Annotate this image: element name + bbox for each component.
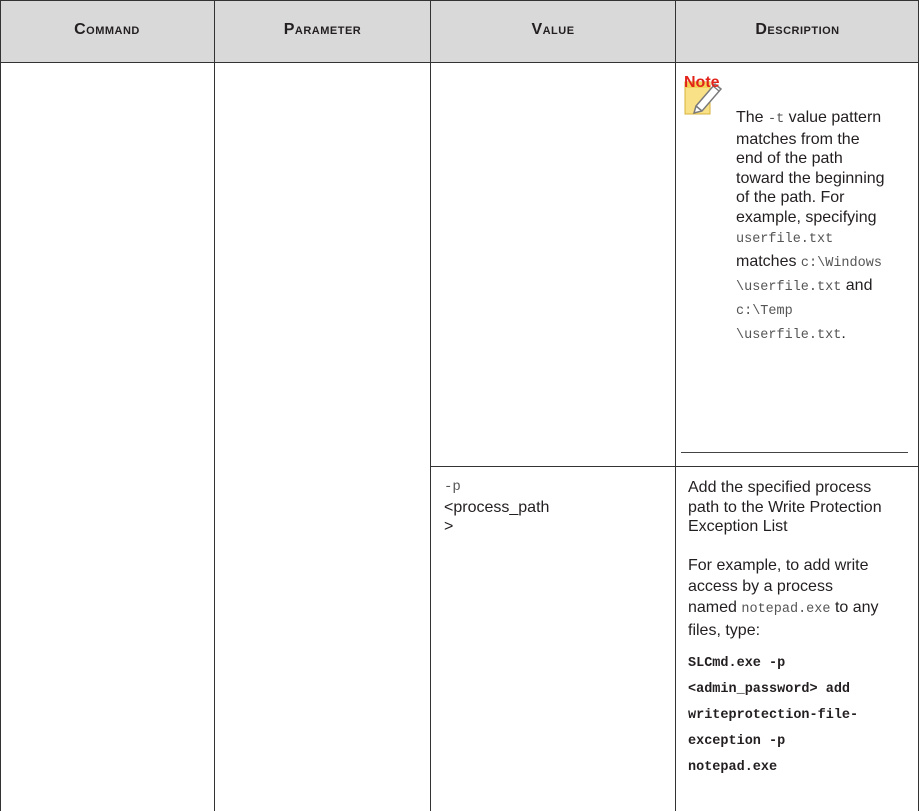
command-line: writeprotection-file- (688, 708, 859, 723)
column-border (0, 0, 1, 811)
header-bottom-border (0, 62, 919, 63)
command-line: notepad.exe (688, 760, 778, 775)
desc-line: For example, to add write (688, 557, 869, 574)
note-line: c:\Temp (736, 299, 916, 323)
note-line: of the path. For (736, 189, 845, 206)
command-line: <admin_password> add (688, 682, 851, 697)
header-command-label: Command (74, 21, 140, 38)
column-border (675, 0, 676, 811)
note-line: end of the path (736, 150, 843, 167)
description-cell: Add the specified process path to the Wr… (688, 478, 913, 537)
value-arg: <process_path (444, 498, 550, 516)
value-arg-close: > (444, 518, 454, 535)
value-cell: -p <process_path > (444, 478, 669, 537)
c-temp-code: c:\Temp (736, 304, 793, 319)
note-bottom-rule (681, 452, 908, 453)
command-line: exception -p (688, 734, 786, 749)
command-line: SLCmd.exe -p (688, 656, 786, 671)
note-line: example, specifying (736, 208, 877, 226)
header-value-label: Value (531, 21, 575, 38)
temp-userfile-code: \userfile.txt (736, 328, 842, 343)
c-windows-code: c:\Windows (800, 256, 882, 271)
header-command: Command (0, 0, 214, 62)
note-line: matches c:\Windows (736, 253, 882, 271)
note-line: The -t value pattern (736, 109, 882, 127)
note-line: userfile.txt (736, 227, 916, 251)
command-table: Command Parameter Value Description Note… (0, 0, 919, 811)
command-example: SLCmd.exe -p <admin_password> add writep… (688, 651, 916, 781)
userfile-path-code: \userfile.txt (736, 280, 842, 295)
table-top-border (0, 0, 919, 1)
value-flag: -p (444, 479, 461, 495)
note-body: The -t value pattern matches from the en… (736, 108, 916, 347)
note-line: \userfile.txt and (736, 277, 873, 295)
header-description-label: Description (755, 21, 840, 38)
desc-line: Add the specified process (688, 479, 872, 496)
t-flag-code: -t (768, 112, 785, 127)
example-paragraph: For example, to add write access by a pr… (688, 555, 913, 641)
column-border (214, 0, 215, 811)
desc-line: path to the Write Protection (688, 498, 882, 516)
desc-line: access by a process (688, 578, 833, 595)
desc-line: files, type: (688, 622, 761, 639)
note-line: \userfile.txt. (736, 325, 846, 343)
note-line: toward the beginning (736, 169, 885, 187)
userfile-code: userfile.txt (736, 232, 834, 247)
desc-line: Exception List (688, 518, 788, 535)
note-title: Note (684, 74, 720, 91)
notepad-code: notepad.exe (741, 602, 831, 617)
column-border (430, 0, 431, 811)
note-line: matches from the (736, 130, 860, 148)
header-parameter: Parameter (215, 0, 430, 62)
header-description: Description (676, 0, 919, 62)
desc-line: named notepad.exe to any (688, 599, 879, 617)
header-parameter-label: Parameter (283, 21, 362, 38)
header-value: Value (431, 0, 675, 62)
